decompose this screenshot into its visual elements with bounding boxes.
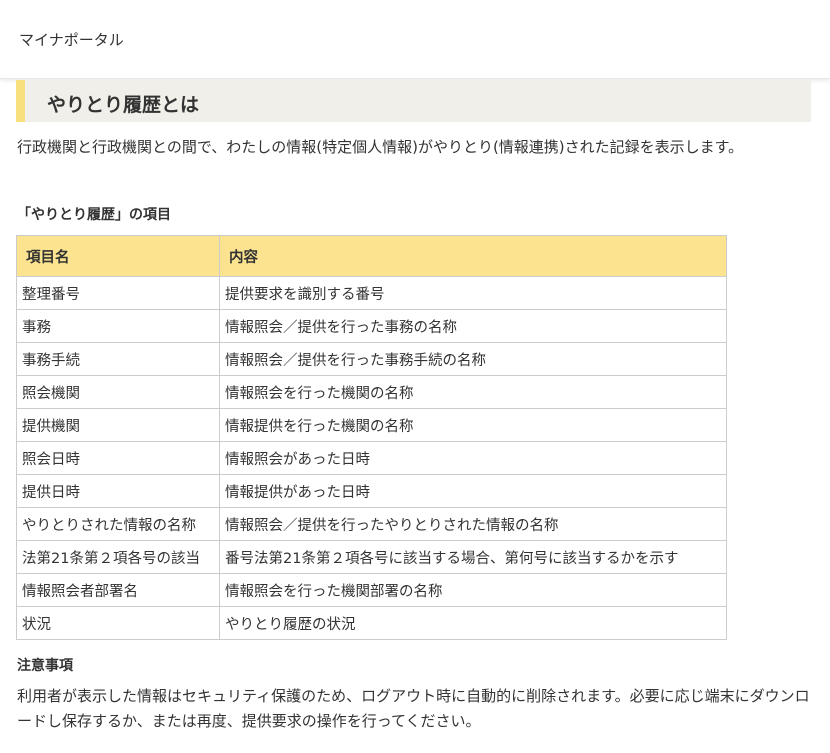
item-name-cell: 状況 [16, 606, 220, 640]
item-name-cell: 照会機関 [16, 375, 220, 409]
item-name-cell: 提供機関 [16, 408, 220, 442]
item-name-cell: 照会日時 [16, 441, 220, 475]
top-header: マイナポータル [0, 0, 830, 79]
item-content-cell: 情報照会を行った機関部署の名称 [219, 573, 727, 607]
section-title: やりとり履歴とは [47, 94, 200, 116]
table-row: 状況 やりとり履歴の状況 [16, 606, 727, 640]
notes-body: 利用者が表示した情報はセキュリティ保護のため、ログアウト時に自動的に削除されます… [17, 687, 810, 730]
item-name-cell: 整理番号 [16, 276, 220, 310]
item-name-cell: 事務手続 [16, 342, 220, 376]
item-content-cell: 情報照会を行った機関の名称 [219, 375, 727, 409]
table-row: 照会日時 情報照会があった日時 [16, 441, 727, 475]
item-content-cell: 情報照会／提供を行ったやりとりされた情報の名称 [219, 507, 727, 541]
item-content-cell: 情報提供を行った機関の名称 [219, 408, 727, 442]
item-content-cell: やりとり履歴の状況 [219, 606, 727, 640]
item-name-cell: 提供日時 [16, 474, 220, 508]
table-row: 事務 情報照会／提供を行った事務の名称 [16, 309, 727, 343]
column-header-content: 内容 [219, 235, 727, 277]
item-name-cell: 事務 [16, 309, 220, 343]
table-header-row: 項目名 内容 [16, 235, 727, 277]
table-row: 提供日時 情報提供があった日時 [16, 474, 727, 508]
item-content-cell: 情報照会があった日時 [219, 441, 727, 475]
table-row: 提供機関 情報提供を行った機関の名称 [16, 408, 727, 442]
item-content-cell: 提供要求を識別する番号 [219, 276, 727, 310]
table-row: 事務手続 情報照会／提供を行った事務手続の名称 [16, 342, 727, 376]
item-content-cell: 情報照会／提供を行った事務の名称 [219, 309, 727, 343]
item-content-cell: 番号法第21条第２項各号に該当する場合、第何号に該当するかを示す [219, 540, 727, 574]
items-table-caption: 「やりとり履歴」の項目 [17, 207, 171, 223]
table-row: 情報照会者部署名 情報照会を行った機関部署の名称 [16, 573, 727, 607]
item-name-cell: やりとりされた情報の名称 [16, 507, 220, 541]
item-content-cell: 情報照会／提供を行った事務手続の名称 [219, 342, 727, 376]
table-row: やりとりされた情報の名称 情報照会／提供を行ったやりとりされた情報の名称 [16, 507, 727, 541]
item-content-cell: 情報提供があった日時 [219, 474, 727, 508]
portal-brand-link[interactable]: マイナポータル [19, 29, 124, 50]
item-name-cell: 法第21条第２項各号の該当 [16, 540, 220, 574]
table-row: 照会機関 情報照会を行った機関の名称 [16, 375, 727, 409]
intro-text: 行政機関と行政機関との間で、わたしの情報(特定個人情報)がやりとり(情報連携)さ… [17, 138, 744, 156]
column-header-item-name: 項目名 [16, 235, 220, 277]
table-row: 法第21条第２項各号の該当 番号法第21条第２項各号に該当する場合、第何号に該当… [16, 540, 727, 574]
section-heading: やりとり履歴とは [16, 80, 811, 122]
table-row: 整理番号 提供要求を識別する番号 [16, 276, 727, 310]
items-table: 項目名 内容 整理番号 提供要求を識別する番号 事務 情報照会／提供を行った事務… [16, 235, 727, 640]
item-name-cell: 情報照会者部署名 [16, 573, 220, 607]
notes-title: 注意事項 [17, 658, 73, 674]
